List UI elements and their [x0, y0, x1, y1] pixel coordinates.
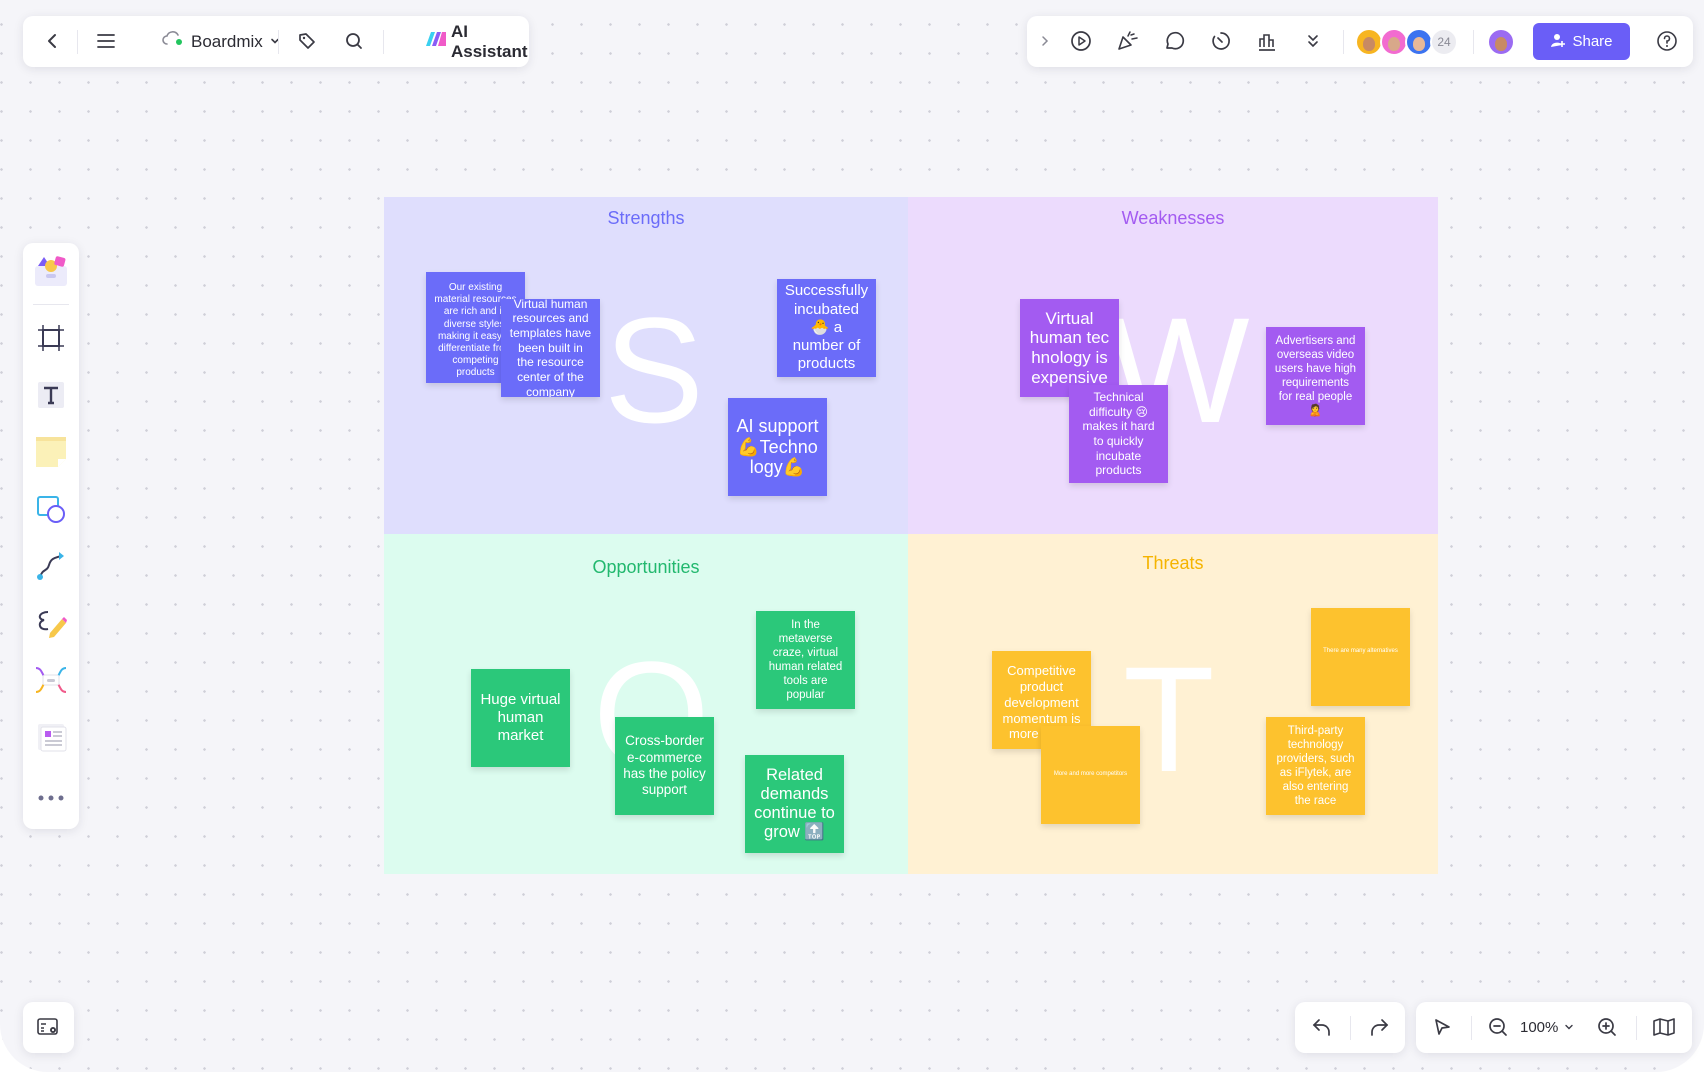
sticky-note[interactable]: There are many alternatives [1311, 608, 1410, 706]
chevron-down-icon [269, 32, 281, 52]
board-name: Boardmix [191, 31, 263, 51]
chevron-down-icon [1564, 1019, 1574, 1036]
sticky-note[interactable]: Virtual human tec hnology is expensive [1020, 299, 1119, 397]
strengths-quadrant[interactable]: Strengths S Our existing material resour… [384, 197, 908, 534]
view-toolbar: 100% [1416, 1002, 1692, 1053]
minimap-icon[interactable] [1646, 1009, 1682, 1045]
select-pointer-icon[interactable] [1424, 1009, 1460, 1045]
threats-quadrant[interactable]: Threats T Competitive product developmen… [908, 534, 1438, 874]
sticky-note[interactable]: Advertisers and overseas video users hav… [1266, 327, 1365, 425]
redo-icon[interactable] [1361, 1009, 1397, 1045]
zoom-out-icon[interactable] [1480, 1009, 1516, 1045]
sticky-note-icon [36, 437, 66, 467]
avatar[interactable] [1355, 28, 1383, 56]
pen-icon [38, 611, 67, 638]
history-toolbar [1295, 1002, 1405, 1053]
text-tool[interactable] [31, 375, 71, 415]
back-icon[interactable] [35, 23, 71, 59]
divider [33, 304, 69, 305]
sticky-note[interactable]: Huge virtual human market [471, 669, 570, 767]
weaknesses-quadrant[interactable]: Weaknesses W Virtual human tec hnology i… [908, 197, 1438, 534]
cloud-sync-icon [161, 30, 185, 53]
divider [77, 30, 78, 54]
expand-icon[interactable] [1031, 23, 1059, 59]
more-tools-icon[interactable] [31, 778, 71, 818]
shapes-tool[interactable] [31, 489, 71, 529]
connector-icon [37, 552, 64, 580]
vote-icon[interactable] [1249, 23, 1285, 59]
divider [1343, 30, 1344, 54]
undo-icon[interactable] [1304, 1009, 1340, 1045]
top-right-toolbar: 24 Share [1027, 16, 1693, 67]
outline-icon [30, 1009, 66, 1045]
menu-icon[interactable] [88, 23, 124, 59]
sticky-note[interactable]: In the metaverse craze, virtual human re… [756, 611, 855, 709]
top-left-toolbar: Boardmix AI Assistant [23, 16, 529, 67]
sticky-note[interactable]: AI support 💪Techno logy💪 [728, 398, 827, 496]
frame-icon [38, 325, 64, 351]
zoom-level: 100% [1520, 1019, 1559, 1036]
pen-tool[interactable] [31, 603, 71, 643]
strengths-title: Strengths [607, 208, 685, 228]
outline-button[interactable] [23, 1002, 74, 1053]
mind-map-icon [35, 667, 67, 693]
cards-icon [38, 724, 67, 752]
divider [278, 30, 279, 54]
search-icon[interactable] [336, 23, 372, 59]
celebrate-icon[interactable] [1110, 23, 1146, 59]
divider [1636, 1016, 1637, 1040]
comment-icon[interactable] [1156, 23, 1192, 59]
sticky-note[interactable]: Virtual human resources and templates ha… [501, 299, 600, 397]
my-avatar[interactable] [1487, 28, 1515, 56]
opportunities-title: Opportunities [592, 557, 700, 577]
sticky-note-tool[interactable] [31, 432, 71, 472]
timer-icon[interactable] [1203, 23, 1239, 59]
avatar[interactable] [1405, 28, 1433, 56]
ai-assistant-label: AI Assistant [451, 21, 528, 61]
mind-map-tool[interactable] [31, 660, 71, 700]
swot-board[interactable]: Strengths S Our existing material resour… [384, 197, 1438, 874]
zoom-in-icon[interactable] [1589, 1009, 1625, 1045]
sticky-note[interactable]: Successfully incubated 🐣 a number of pro… [777, 279, 876, 377]
left-toolbar [23, 243, 79, 829]
board-name-dropdown[interactable]: Boardmix [161, 16, 281, 67]
text-icon [38, 382, 64, 408]
shapes-icon [37, 496, 65, 523]
collaborator-count-badge[interactable]: 24 [1430, 28, 1458, 56]
more-icon[interactable] [1295, 23, 1331, 59]
ai-logo-icon [425, 31, 447, 52]
weaknesses-title: Weaknesses [1121, 208, 1225, 228]
sticky-note[interactable]: Technical difficulty 😢 makes it hard to … [1069, 385, 1168, 483]
frame-tool[interactable] [31, 318, 71, 358]
divider [383, 30, 384, 54]
templates-tool[interactable] [31, 251, 71, 291]
tag-icon[interactable] [289, 23, 325, 59]
templates-icon [35, 256, 67, 286]
share-label: Share [1572, 33, 1613, 50]
share-button[interactable]: Share [1533, 23, 1630, 60]
strengths-letter: S [604, 286, 705, 454]
present-icon[interactable] [1063, 23, 1099, 59]
ai-assistant-button[interactable]: AI Assistant [425, 16, 529, 67]
user-add-icon [1550, 32, 1566, 52]
sticky-note[interactable]: Third-party technology providers, such a… [1266, 717, 1365, 815]
opportunities-quadrant[interactable]: Opportunities O Huge virtual human marke… [384, 534, 908, 874]
connector-tool[interactable] [31, 546, 71, 586]
divider [1473, 30, 1474, 54]
cards-tool[interactable] [31, 717, 71, 757]
divider [1350, 1016, 1351, 1040]
sticky-note[interactable]: Related demands continue to grow 🔝 [745, 755, 844, 853]
threats-title: Threats [1142, 553, 1204, 573]
avatar[interactable] [1380, 28, 1408, 56]
help-icon[interactable] [1649, 23, 1685, 59]
zoom-level-dropdown[interactable]: 100% [1520, 1002, 1574, 1053]
sticky-note[interactable]: Cross-border e-commerce has the policy s… [615, 717, 714, 815]
sticky-note[interactable]: More and more competitors [1041, 726, 1140, 824]
divider [1471, 1016, 1472, 1040]
